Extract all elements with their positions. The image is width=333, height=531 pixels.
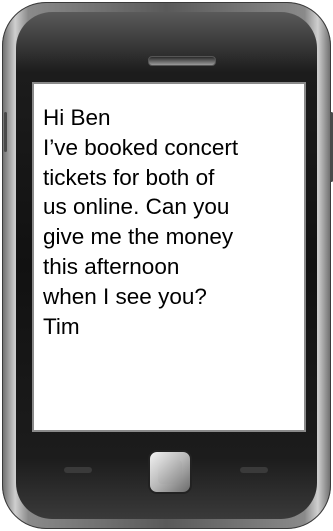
message-line: Hi Ben [43,105,111,130]
side-button-left[interactable] [4,112,7,152]
text-message: Hi Ben I’ve booked concert tickets for b… [43,103,301,341]
message-line: give me the money [43,224,234,250]
message-line: tickets for both of [43,164,215,190]
phone-screen: Hi Ben I’ve booked concert tickets for b… [32,82,306,432]
speaker-grille-icon [148,56,216,66]
call-key-icon[interactable] [64,467,92,473]
home-button-face [158,460,182,484]
message-line: I’ve booked concert [43,134,239,160]
message-line: us online. Can you [43,194,230,220]
message-line: when I see you? [43,283,207,309]
end-call-key-icon[interactable] [240,467,268,473]
phone-device: Hi Ben I’ve booked concert tickets for b… [2,2,333,529]
message-line: this afternoon [43,253,180,279]
home-button-icon[interactable] [148,450,192,494]
message-line: Tim [43,313,80,339]
